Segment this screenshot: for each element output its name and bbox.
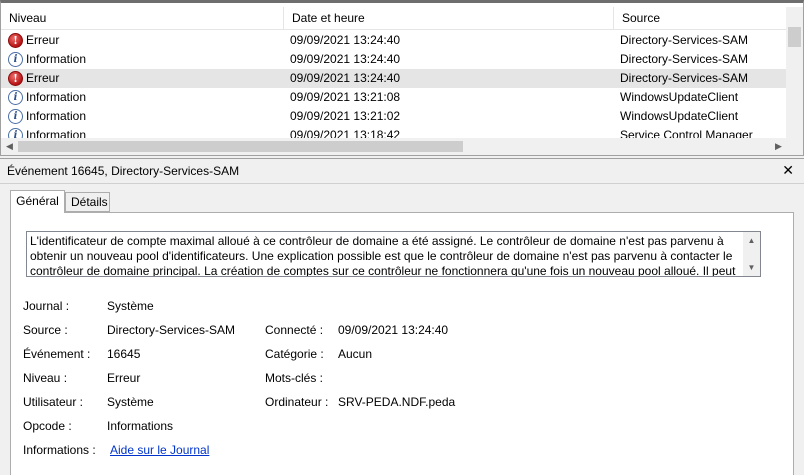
level-text: Erreur (26, 33, 60, 47)
vertical-scrollbar[interactable] (786, 7, 803, 139)
journal-value: Système (107, 299, 154, 313)
source-label: Source : (23, 323, 68, 337)
user-label: Utilisateur : (23, 395, 84, 409)
tab-details[interactable]: Détails (65, 192, 110, 212)
event-id-value: 16645 (107, 347, 141, 361)
cell-date: 09/09/2021 13:21:02 (290, 109, 401, 123)
level-text: Erreur (26, 71, 60, 85)
tab-general[interactable]: Général (10, 190, 65, 213)
info-icon: i (8, 109, 23, 124)
keywords-label: Mots-clés : (265, 371, 324, 385)
detail-title: Événement 16645, Directory-Services-SAM (7, 164, 240, 178)
scroll-corner (786, 138, 803, 155)
table-row[interactable]: ! Erreur 09/09/2021 13:24:40 Directory-Serv… (1, 69, 787, 88)
computer-value: SRV-PEDA.NDF.peda (338, 395, 456, 409)
opcode-label: Opcode : (23, 419, 72, 433)
event-id-label: Événement : (23, 347, 91, 361)
general-tab-body: L'identificateur de compte maximal allou… (10, 212, 794, 475)
info-icon: i (8, 90, 23, 105)
opcode-value: Informations (107, 419, 174, 433)
connected-label: Connecté : (265, 323, 324, 337)
column-header-level[interactable]: Niveau (1, 7, 284, 30)
cell-level: ! Erreur (8, 31, 278, 50)
column-header-source[interactable]: Source (614, 7, 787, 30)
horizontal-scrollbar[interactable]: ◀ ▶ (1, 138, 787, 155)
event-log-help-link[interactable]: Aide sur le Journal (110, 443, 209, 457)
cell-source: Directory-Services-SAM (620, 33, 749, 47)
user-value: Système (107, 395, 154, 409)
cell-date: 09/09/2021 13:21:08 (290, 90, 401, 104)
level-text: Information (26, 109, 87, 123)
close-icon[interactable]: ✕ (782, 162, 794, 179)
divider (0, 183, 804, 184)
list-header: Niveau Date et heure Source (1, 7, 787, 30)
cell-level: i Information (8, 50, 278, 69)
error-icon: ! (8, 33, 23, 48)
source-value: Directory-Services-SAM (107, 323, 236, 337)
cell-level: i Information (8, 88, 278, 107)
info-icon: i (8, 52, 23, 67)
cell-source: WindowsUpdateClient (620, 109, 739, 123)
level-label: Niveau : (23, 371, 68, 385)
cell-date: 09/09/2021 13:24:40 (290, 52, 401, 66)
scroll-up-icon[interactable]: ▲ (743, 232, 760, 249)
table-row[interactable]: i Information 09/09/2021 13:21:02 WindowsUp… (1, 107, 787, 126)
scroll-right-icon[interactable]: ▶ (770, 138, 787, 155)
list-rows: ! Erreur 09/09/2021 13:24:40 Directory-Serv… (1, 31, 787, 139)
cell-source: Directory-Services-SAM (620, 71, 749, 85)
cell-level: i Information (8, 107, 278, 126)
table-row[interactable]: i Information 09/09/2021 13:21:08 WindowsUp… (1, 88, 787, 107)
level-text: Information (26, 52, 87, 66)
cell-source: WindowsUpdateClient (620, 90, 739, 104)
description-scrollbar[interactable]: ▲ ▼ (743, 232, 760, 276)
scroll-down-icon[interactable]: ▼ (743, 259, 760, 276)
table-row[interactable]: ! Erreur 09/09/2021 13:24:40 Directory-Serv… (1, 31, 787, 50)
table-row[interactable]: i Information 09/09/2021 13:24:40 Directory… (1, 50, 787, 69)
cell-date: 09/09/2021 13:24:40 (290, 33, 401, 47)
info-label: Informations : (23, 443, 96, 457)
scroll-left-icon[interactable]: ◀ (1, 138, 18, 155)
category-label: Catégorie : (265, 347, 324, 361)
event-description-text: L'identificateur de compte maximal allou… (30, 234, 736, 277)
level-value: Erreur (107, 371, 141, 385)
column-header-date[interactable]: Date et heure (284, 7, 614, 30)
category-value: Aucun (338, 347, 373, 361)
error-icon: ! (8, 71, 23, 86)
horizontal-scroll-thumb[interactable] (18, 141, 463, 152)
connected-value: 09/09/2021 13:24:40 (338, 323, 449, 337)
vertical-scroll-thumb[interactable] (788, 27, 801, 47)
cell-date: 09/09/2021 13:24:40 (290, 71, 401, 85)
cell-source: Directory-Services-SAM (620, 52, 749, 66)
journal-label: Journal : (23, 299, 70, 313)
level-text: Information (26, 90, 87, 104)
cell-level: ! Erreur (8, 69, 278, 88)
event-detail-pane: Événement 16645, Directory-Services-SAM … (0, 158, 804, 475)
computer-label: Ordinateur : (265, 395, 329, 409)
event-description-box[interactable]: L'identificateur de compte maximal allou… (26, 231, 761, 277)
event-list: Niveau Date et heure Source ! Erreur 09/09… (0, 0, 804, 156)
